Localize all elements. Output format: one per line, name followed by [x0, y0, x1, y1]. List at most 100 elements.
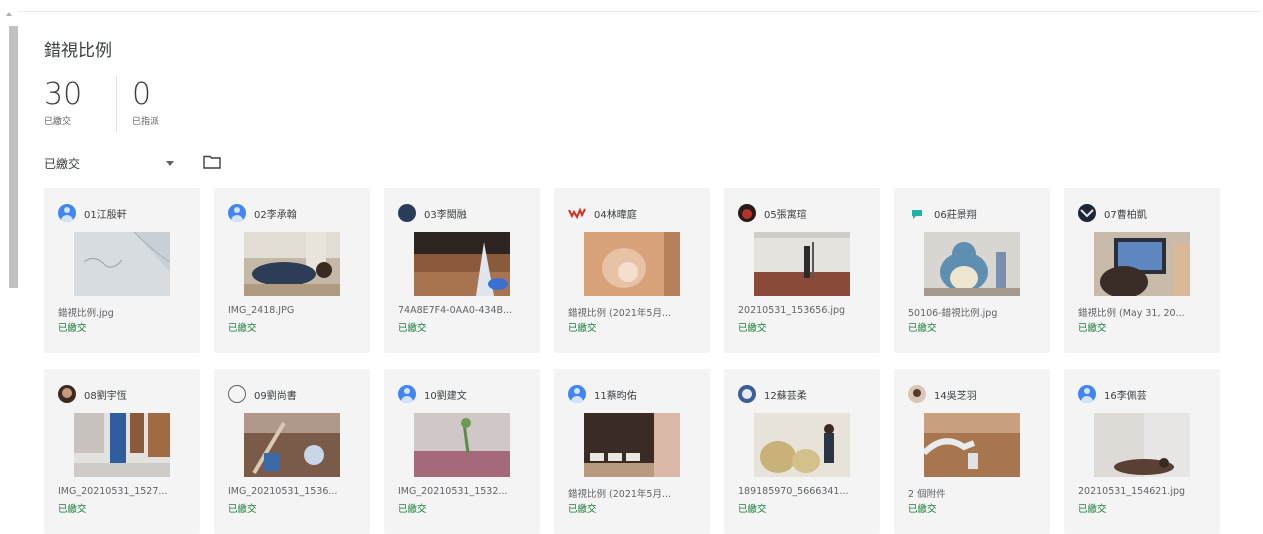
avatar: [58, 385, 76, 403]
submission-card[interactable]: 14吳芝羽 2 個附件 已繳交: [894, 369, 1050, 534]
submission-status: 已繳交: [228, 504, 257, 515]
attachment-thumbnail[interactable]: [584, 232, 680, 296]
scrollbar[interactable]: [0, 0, 18, 534]
submission-status: 已繳交: [1078, 323, 1107, 334]
attachment-thumbnail[interactable]: [754, 413, 850, 477]
submission-card[interactable]: 04林暐庭 錯視比例 (2021年5月... 已繳交: [554, 188, 710, 353]
submission-status: 已繳交: [398, 323, 427, 334]
submission-status: 已繳交: [58, 504, 87, 515]
student-name: 16李佩芸: [1104, 390, 1147, 402]
attachment-thumbnail[interactable]: [1094, 413, 1190, 477]
submission-card[interactable]: 06莊景翔 50106-錯視比例.jpg 已繳交: [894, 188, 1050, 353]
avatar: [398, 204, 416, 222]
avatar: [908, 385, 926, 403]
status-filter-value: 已繳交: [44, 156, 81, 171]
avatar: [58, 204, 76, 222]
stat-label: 已繳交: [44, 117, 72, 127]
student-name: 12蘇芸柔: [764, 390, 807, 402]
attachment-thumbnail[interactable]: [1094, 232, 1190, 296]
student-name: 11蔡昀佑: [594, 390, 637, 402]
submission-card[interactable]: 10劉建文 IMG_20210531_1532... 已繳交: [384, 369, 540, 534]
attachment-thumbnail[interactable]: [754, 232, 850, 296]
assignment-title: 錯視比例: [44, 41, 112, 61]
submission-card[interactable]: 16李佩芸 20210531_154621.jpg 已繳交: [1064, 369, 1220, 534]
submission-status: 已繳交: [568, 504, 597, 515]
scrollbar-thumb[interactable]: [9, 26, 18, 288]
attachment-filename: 20210531_153656.jpg: [738, 305, 846, 316]
attachment-filename: 189185970_5666341...: [738, 486, 849, 497]
avatar: [738, 204, 756, 222]
scroll-up-arrow-icon[interactable]: [6, 12, 12, 16]
stat-value: 30: [44, 77, 83, 112]
student-name: 09劉尚書: [254, 390, 297, 402]
student-name: 01江殷軒: [84, 209, 127, 221]
attachment-filename: IMG_2418.JPG: [228, 305, 295, 316]
avatar: [1078, 385, 1096, 403]
submission-status: 已繳交: [1078, 504, 1107, 515]
submission-status: 已繳交: [228, 323, 257, 334]
avatar: [568, 204, 586, 222]
attachment-thumbnail[interactable]: [244, 413, 340, 477]
attachment-thumbnail[interactable]: [584, 413, 680, 477]
submission-status: 已繳交: [398, 504, 427, 515]
avatar: [228, 204, 246, 222]
student-name: 07曹柏凱: [1104, 209, 1147, 221]
submission-card[interactable]: 02李承翰 IMG_2418.JPG 已繳交: [214, 188, 370, 353]
attachment-filename: 錯視比例 (2021年5月...: [568, 308, 672, 319]
attachment-thumbnail[interactable]: [414, 413, 510, 477]
avatar: [1078, 204, 1096, 222]
student-name: 05張寓瑄: [764, 209, 807, 221]
attachment-thumbnail[interactable]: [74, 232, 170, 296]
attachment-thumbnail[interactable]: [74, 413, 170, 477]
attachment-filename: 50106-錯視比例.jpg: [908, 308, 998, 319]
attachment-thumbnail[interactable]: [924, 232, 1020, 296]
student-name: 06莊景翔: [934, 209, 977, 221]
attachment-thumbnail[interactable]: [244, 232, 340, 296]
submission-card[interactable]: 05張寓瑄 20210531_153656.jpg 已繳交: [724, 188, 880, 353]
avatar: [738, 385, 756, 403]
submission-card[interactable]: 08劉宇恆 IMG_20210531_1527... 已繳交: [44, 369, 200, 534]
stat-turned-in[interactable]: 30 已繳交: [44, 77, 83, 128]
avatar: [398, 385, 416, 403]
stat-value: 0: [132, 77, 152, 112]
status-filter-dropdown[interactable]: 已繳交: [44, 153, 178, 173]
attachment-filename: 錯視比例.jpg: [58, 308, 114, 319]
attachment-thumbnail[interactable]: [414, 232, 510, 296]
avatar: [568, 385, 586, 403]
submission-status: 已繳交: [58, 323, 87, 334]
submission-status: 已繳交: [738, 504, 767, 515]
avatar: [908, 204, 926, 222]
attachment-filename: 錯視比例 (2021年5月...: [568, 489, 672, 500]
stat-divider: [116, 76, 117, 132]
student-name: 03李閎融: [424, 209, 467, 221]
submission-card[interactable]: 07曹柏凱 錯視比例 (May 31, 20... 已繳交: [1064, 188, 1220, 353]
submission-status: 已繳交: [568, 323, 597, 334]
submission-card[interactable]: 03李閎融 74A8E7F4-0AA0-434B... 已繳交: [384, 188, 540, 353]
submission-card[interactable]: 11蔡昀佑 錯視比例 (2021年5月... 已繳交: [554, 369, 710, 534]
attachment-filename: IMG_20210531_1532...: [398, 486, 508, 497]
attachment-filename: 20210531_154621.jpg: [1078, 486, 1186, 497]
avatar: [228, 385, 246, 403]
submission-status: 已繳交: [908, 504, 937, 515]
student-name: 10劉建文: [424, 390, 467, 402]
attachment-filename: IMG_20210531_1536...: [228, 486, 338, 497]
student-name: 04林暐庭: [594, 209, 637, 221]
attachment-filename: 74A8E7F4-0AA0-434B...: [398, 305, 513, 316]
submission-card[interactable]: 12蘇芸柔 189185970_5666341... 已繳交: [724, 369, 880, 534]
divider: [18, 11, 1261, 12]
stat-assigned[interactable]: 0 已指派: [132, 77, 160, 128]
dropdown-arrow-icon: [166, 160, 174, 166]
attachment-filename: IMG_20210531_1527...: [58, 486, 168, 497]
folder-icon[interactable]: [203, 155, 221, 169]
student-name: 14吳芝羽: [934, 390, 977, 402]
student-name: 02李承翰: [254, 209, 297, 221]
attachment-thumbnail[interactable]: [924, 413, 1020, 477]
submission-card[interactable]: 01江殷軒 錯視比例.jpg 已繳交: [44, 188, 200, 353]
student-name: 08劉宇恆: [84, 390, 127, 402]
stat-label: 已指派: [132, 117, 160, 127]
submission-status: 已繳交: [738, 323, 767, 334]
submission-card[interactable]: 09劉尚書 IMG_20210531_1536... 已繳交: [214, 369, 370, 534]
attachment-filename: 錯視比例 (May 31, 20...: [1078, 308, 1185, 319]
attachment-filename: 2 個附件: [908, 489, 946, 500]
submission-status: 已繳交: [908, 323, 937, 334]
